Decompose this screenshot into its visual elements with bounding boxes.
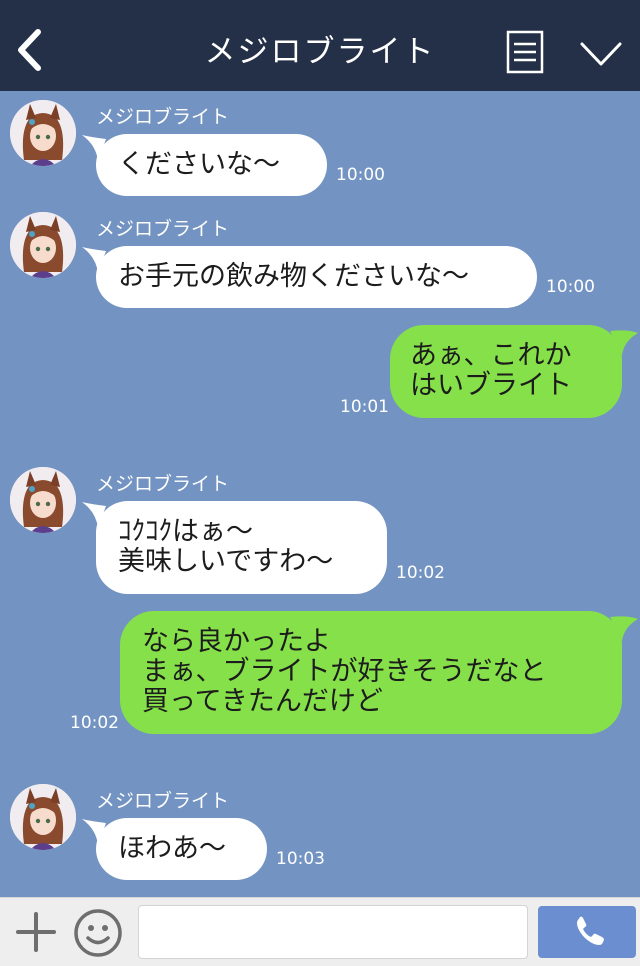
sender-name: メジロブライト [96, 473, 230, 495]
message-text: 買ってきたんだけど [142, 686, 383, 717]
outgoing-message-bubble[interactable]: なら良かったよ まぁ、ブライトが好きそうだなと 買ってきたんだけど [120, 611, 622, 734]
message-text: ｺｸｺｸはぁ〜 [118, 516, 253, 547]
menu-button[interactable] [506, 30, 544, 74]
message-time: 10:00 [336, 165, 385, 185]
avatar-image [10, 784, 76, 850]
message-input[interactable] [138, 905, 528, 959]
avatar-image [10, 467, 76, 533]
message-text: くださいな〜 [118, 149, 280, 180]
message-time: 10:02 [396, 563, 445, 583]
avatar[interactable] [10, 467, 76, 533]
avatar[interactable] [10, 212, 76, 278]
message-text: ほわあ〜 [118, 833, 226, 864]
message-list[interactable]: メジロブライト くださいな〜 10:00 メジロブライト お手元の飲み物ください… [0, 91, 640, 897]
message-text: なら良かったよ [142, 626, 331, 657]
incoming-message-bubble[interactable]: ｺｸｺｸはぁ〜 美味しいですわ〜 [96, 501, 387, 594]
message-text: あぁ、これか [410, 340, 572, 371]
message-time: 10:01 [340, 397, 389, 417]
phone-icon [577, 916, 604, 945]
emoji-button[interactable] [72, 907, 124, 959]
message-text: お手元の飲み物くださいな〜 [118, 261, 469, 292]
back-button[interactable] [8, 22, 52, 78]
message-time: 10:02 [70, 713, 119, 733]
incoming-message-bubble[interactable]: ほわあ〜 [96, 818, 267, 880]
avatar-image [10, 100, 76, 166]
sender-name: メジロブライト [96, 218, 230, 240]
chat-title: メジロブライト [204, 34, 436, 70]
menu-list-icon [506, 30, 544, 74]
message-time: 10:00 [546, 277, 595, 297]
sender-name: メジロブライト [96, 106, 230, 128]
avatar[interactable] [10, 100, 76, 166]
avatar[interactable] [10, 784, 76, 850]
chat-header: メジロブライト [0, 0, 640, 91]
plus-button[interactable] [12, 908, 60, 956]
more-button[interactable] [576, 34, 626, 74]
message-text: まぁ、ブライトが好きそうだなと [142, 656, 547, 687]
call-button[interactable] [538, 906, 636, 958]
sender-name: メジロブライト [96, 790, 230, 812]
chevron-down-icon [580, 42, 622, 66]
message-composer [0, 897, 640, 966]
message-time: 10:03 [276, 849, 325, 869]
plus-icon [16, 912, 56, 952]
smiley-icon [74, 909, 122, 957]
message-text: 美味しいですわ〜 [118, 546, 334, 577]
message-text: はいブライト [410, 370, 572, 401]
outgoing-message-bubble[interactable]: あぁ、これか はいブライト [390, 325, 622, 418]
incoming-message-bubble[interactable]: お手元の飲み物くださいな〜 [96, 246, 537, 308]
incoming-message-bubble[interactable]: くださいな〜 [96, 134, 327, 196]
chevron-left-icon [18, 29, 41, 71]
avatar-image [10, 212, 76, 278]
